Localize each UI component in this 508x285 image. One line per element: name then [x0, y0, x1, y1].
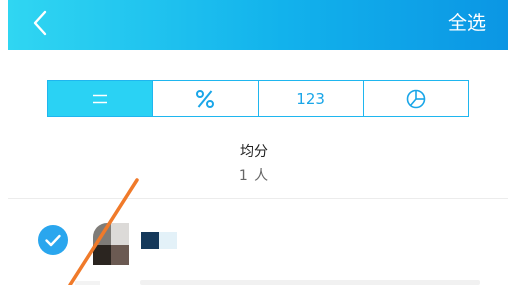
- split-mode-tabs: 123: [47, 80, 469, 117]
- member-count: 1 人: [238, 168, 270, 184]
- checkmark-icon: [45, 234, 61, 247]
- member-row[interactable]: [8, 210, 508, 270]
- back-button[interactable]: [26, 6, 56, 40]
- tab-share-split[interactable]: [362, 81, 468, 116]
- split-bill-screen: 全选 123 均分 1 人: [0, 0, 508, 285]
- next-row-partial: [75, 281, 100, 285]
- member-checkbox[interactable]: [38, 225, 68, 255]
- tab-amount-split[interactable]: 123: [257, 81, 363, 116]
- pie-chart-icon: [406, 89, 426, 108]
- select-all-button[interactable]: 全选: [448, 11, 486, 35]
- chevron-left-icon: [33, 10, 47, 36]
- percent-icon: [196, 89, 215, 108]
- member-name-redacted: [141, 232, 177, 249]
- avatar: [93, 223, 129, 265]
- tab-equal-split[interactable]: [48, 81, 153, 116]
- top-bar: 全选: [8, 0, 508, 50]
- next-row-partial-bar: [140, 280, 480, 285]
- equal-icon: [93, 94, 108, 103]
- tab-percent-split[interactable]: [152, 81, 257, 116]
- tab-amount-label: 123: [296, 89, 325, 108]
- split-mode-title: 均分: [240, 144, 268, 160]
- divider: [8, 198, 508, 199]
